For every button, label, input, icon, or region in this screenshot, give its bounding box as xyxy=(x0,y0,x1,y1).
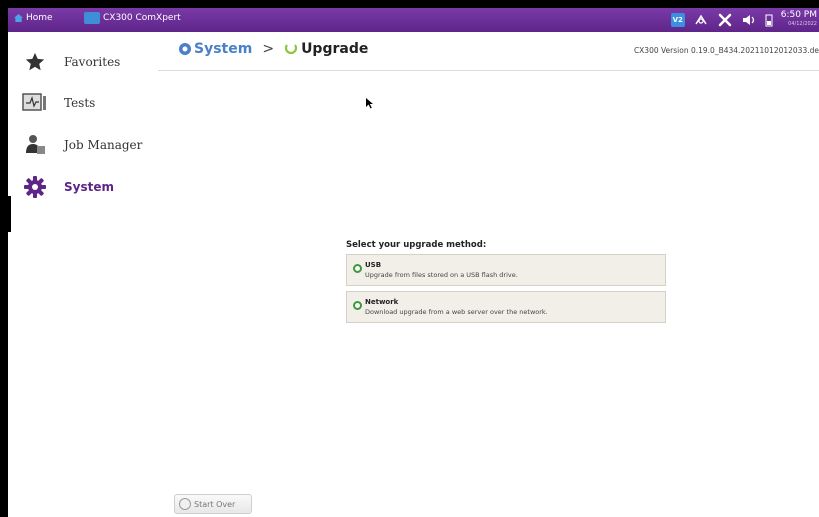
clock: 6:50 PM 04/12/2022 xyxy=(781,11,819,29)
page-title: Upgrade xyxy=(301,41,369,57)
radio-usb[interactable] xyxy=(353,264,362,273)
option-desc: Download upgrade from a web server over … xyxy=(365,308,548,316)
sidebar-item-label: Favorites xyxy=(64,55,121,69)
sidebar-item-tests[interactable]: Tests xyxy=(22,88,95,118)
sidebar-item-favorites[interactable]: Favorites xyxy=(22,47,120,77)
home-button[interactable]: Home xyxy=(14,13,53,23)
sidebar-item-job-manager[interactable]: Job Manager xyxy=(22,130,142,160)
job-manager-icon xyxy=(22,132,48,158)
start-over-icon xyxy=(179,498,191,510)
breadcrumb-current: Upgrade xyxy=(284,41,368,57)
clock-time: 6:50 PM xyxy=(780,10,817,20)
breadcrumb-system-label: System xyxy=(194,41,253,57)
clock-date: 04/12/2022 xyxy=(788,21,817,27)
upgrade-option-network[interactable]: Network Download upgrade from a web serv… xyxy=(346,291,666,323)
tools-icon[interactable] xyxy=(717,12,733,28)
sidebar-item-label: System xyxy=(64,180,114,194)
main-content: System > Upgrade CX300 Version 0.19.0_B4… xyxy=(158,32,819,517)
tests-icon xyxy=(22,90,48,116)
sidebar-item-label: Job Manager xyxy=(64,138,143,152)
app-label: CX300 ComXpert xyxy=(103,13,181,23)
app-icon xyxy=(84,12,100,24)
option-desc: Upgrade from files stored on a USB flash… xyxy=(365,271,518,279)
upgrade-method-panel: Select your upgrade method: USB Upgrade … xyxy=(346,240,666,328)
breadcrumb-system[interactable]: System xyxy=(178,41,252,57)
network-icon[interactable] xyxy=(693,12,709,28)
home-label: Home xyxy=(26,13,53,23)
radio-network[interactable] xyxy=(353,301,362,310)
sidebar-item-system[interactable]: System xyxy=(22,172,114,202)
vnc-icon[interactable]: V2 xyxy=(670,13,685,27)
speaker-icon[interactable] xyxy=(741,12,757,28)
mouse-cursor-icon xyxy=(366,98,373,109)
header-divider xyxy=(158,70,819,71)
version-label: CX300 Version 0.19.0_B434.20211012012033… xyxy=(633,46,819,55)
sidebar: Favorites Tests Job Manager System xyxy=(8,32,158,517)
start-over-button[interactable]: Start Over xyxy=(174,494,252,514)
system-gear-icon xyxy=(179,43,191,55)
battery-icon xyxy=(765,14,773,27)
option-name: Network xyxy=(365,298,399,306)
upgrade-method-title: Select your upgrade method: xyxy=(346,240,487,250)
upgrade-option-usb[interactable]: USB Upgrade from files stored on a USB f… xyxy=(346,254,666,286)
app-window: Home CX300 ComXpert V2 6:50 PM 04/12/202… xyxy=(8,8,819,517)
top-bar: Home CX300 ComXpert V2 6:50 PM 04/12/202… xyxy=(8,8,819,32)
home-icon xyxy=(14,14,23,22)
active-indicator xyxy=(8,196,11,232)
sidebar-item-label: Tests xyxy=(64,96,96,110)
app-tab[interactable]: CX300 ComXpert xyxy=(84,12,181,24)
status-area: V2 6:50 PM 04/12/2022 xyxy=(670,8,819,32)
star-icon xyxy=(22,49,48,75)
breadcrumb: System > Upgrade xyxy=(178,41,368,57)
upgrade-icon xyxy=(284,44,298,55)
start-over-label: Start Over xyxy=(194,499,236,509)
gear-icon xyxy=(22,174,48,200)
breadcrumb-separator: > xyxy=(262,41,275,57)
option-name: USB xyxy=(365,261,382,269)
